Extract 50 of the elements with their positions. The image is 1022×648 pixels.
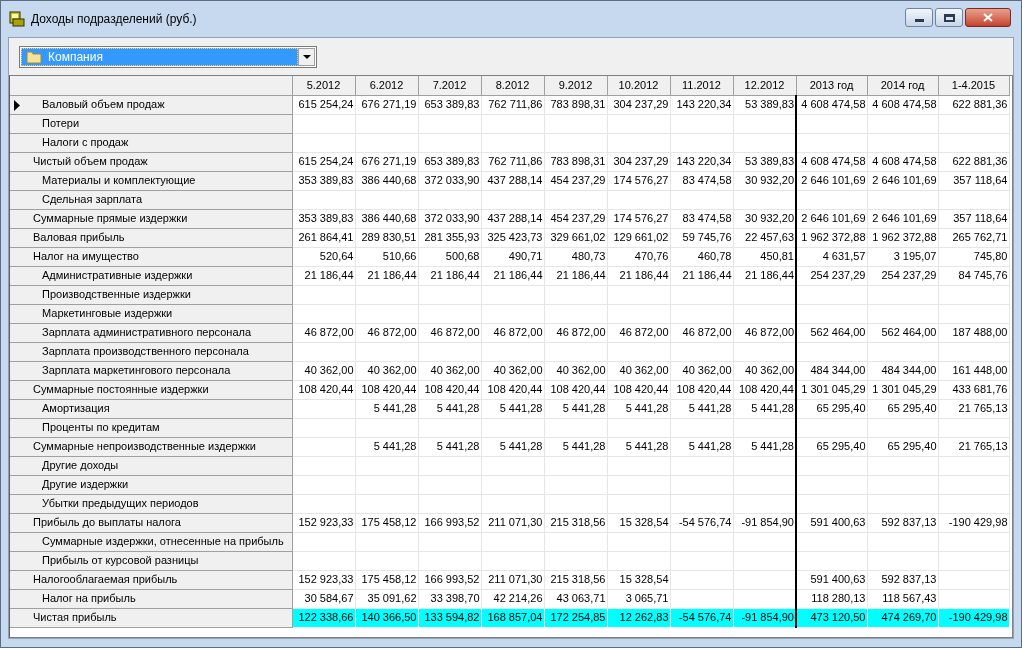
column-header[interactable]: 7.2012 (418, 76, 481, 95)
row-label: Налоги с продаж (42, 136, 129, 148)
table-cell: 4 608 474,58 (796, 95, 867, 114)
caret-icon (302, 54, 311, 59)
row-label: Валовая прибыль (33, 231, 125, 243)
column-header[interactable]: 2013 год (796, 76, 867, 95)
close-icon (983, 13, 993, 22)
column-header[interactable]: 9.2012 (544, 76, 607, 95)
dropdown-value: Компания (48, 48, 103, 66)
row-label: Суммарные постоянные издержки (33, 383, 209, 395)
row-label: Амортизация (42, 402, 110, 414)
row-label: Материалы и комплектующие (42, 174, 196, 186)
row-label: Зарплата маркетингового персонала (42, 364, 231, 376)
column-header[interactable]: 8.2012 (481, 76, 544, 95)
row-label: Прибыль от курсовой разницы (42, 554, 199, 566)
row-label: Зарплата производственного персонала (42, 345, 249, 357)
dropdown-arrow-button[interactable] (298, 47, 315, 66)
row-label: Маркетинговые издержки (42, 307, 173, 319)
row-label: Суммарные издержки, отнесенные на прибыль (42, 535, 284, 547)
row-label: Чистый объем продаж (33, 155, 148, 167)
column-header[interactable]: 10.2012 (607, 76, 670, 95)
column-header[interactable]: 6.2012 (355, 76, 418, 95)
row-label: Прибыль до выплаты налога (33, 516, 181, 528)
column-header[interactable]: 11.2012 (670, 76, 733, 95)
close-button[interactable] (965, 8, 1011, 27)
maximize-button[interactable] (935, 8, 963, 27)
row-label: Валовый объем продаж (42, 98, 165, 110)
row-label: Суммарные непроизводственные издержки (33, 440, 256, 452)
minimize-button[interactable] (905, 8, 933, 27)
folder-icon (26, 49, 42, 64)
row-label: Чистая прибыль (33, 611, 117, 623)
column-header[interactable]: 2014 год (867, 76, 938, 95)
row-label: Налог на прибыль (42, 592, 136, 604)
row-label: Налог на имущество (33, 250, 139, 262)
row-label: Потери (42, 117, 80, 129)
row-label: Налогооблагаемая прибыль (33, 573, 178, 585)
row-label: Другие издержки (42, 478, 129, 490)
row-label: Проценты по кредитам (42, 421, 160, 433)
row-label: Другие доходы (42, 459, 119, 471)
column-header[interactable]: 12.2012 (733, 76, 796, 95)
row-label: Убытки предыдущих периодов (42, 497, 199, 509)
column-header[interactable]: 1-4.2015 (938, 76, 1009, 95)
window-title: Доходы подразделений (руб.) (31, 11, 197, 28)
app-icon (9, 11, 25, 27)
row-label: Сдельная зарплата (42, 193, 143, 205)
column-header[interactable]: 5.2012 (292, 76, 355, 95)
row-label: Зарплата административного персонала (42, 326, 252, 338)
row-label: Административные издержки (42, 269, 193, 281)
row-label: Производственные издержки (42, 288, 191, 300)
row-label: Суммарные прямые издержки (33, 212, 188, 224)
